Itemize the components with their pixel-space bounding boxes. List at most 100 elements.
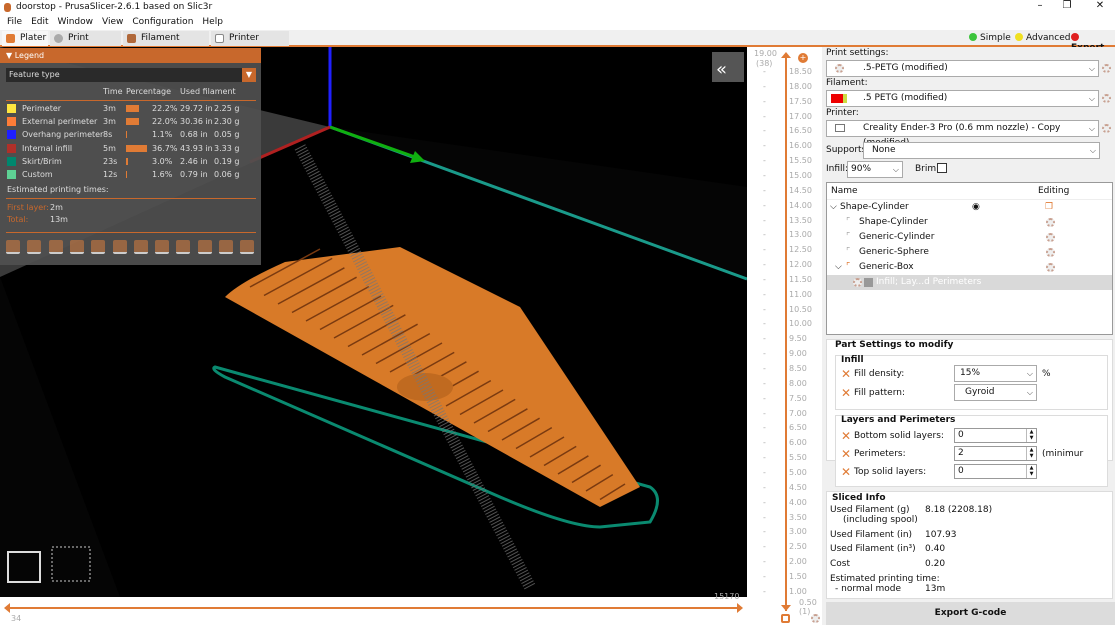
menu-configuration[interactable]: Configuration [132, 17, 193, 27]
bottom-solid-layers-input[interactable]: 0 ▲ ▼ [954, 428, 1037, 443]
mode-label: Simple [980, 33, 1011, 43]
lock-icon[interactable] [781, 614, 790, 623]
tree-row-object[interactable]: ⌵ Shape-Cylinder ◉ ❐ [827, 200, 1112, 215]
tree-row-part[interactable]: ⌜ Generic-Cylinder [827, 230, 1112, 245]
fill-density-label: Fill density: [854, 369, 905, 379]
tick-label: 7.50 [789, 393, 807, 403]
filament-select[interactable]: .5 PETG (modified) ⌵ [826, 90, 1099, 107]
fill-pattern-select[interactable]: Gyroid ⌵ [954, 384, 1037, 401]
eye-icon[interactable]: ◉ [972, 200, 980, 215]
tab-printer-settings[interactable]: Printer Settings [211, 31, 289, 58]
custom-gcode-icon[interactable] [176, 240, 191, 254]
layers-group: Layers and Perimeters ✕ Bottom solid lay… [835, 415, 1108, 487]
feature-percentage: 22.2% [152, 104, 178, 113]
legend-item[interactable]: Custom 12s 1.6% 0.79 in 0.06 g [0, 168, 261, 181]
legend-item[interactable]: Internal infill 5m 36.7% 43.93 in 3.33 g [0, 142, 261, 155]
view-type-select[interactable]: Feature type ▼ [6, 68, 256, 82]
part-name: Shape-Cylinder [859, 217, 928, 227]
app-logo-icon [4, 3, 11, 12]
tree-row-part[interactable]: ⌵ ⌜ Generic-Box [827, 260, 1112, 275]
printer-select[interactable]: Creality Ender-3 Pro (0.6 mm nozzle) - C… [826, 120, 1099, 148]
center-of-gravity-icon[interactable] [197, 240, 212, 254]
add-color-change-icon[interactable]: + [798, 53, 808, 63]
remove-setting-icon[interactable]: ✕ [841, 430, 851, 442]
legend-item[interactable]: External perimeter 3m 22.0% 30.36 in 2.3… [0, 115, 261, 128]
top-solid-layers-input[interactable]: 0 ▲ ▼ [954, 464, 1037, 479]
gear-icon[interactable] [1046, 248, 1055, 257]
move-slider[interactable]: 15170 34 [0, 592, 747, 625]
fill-density-select[interactable]: 15% ⌵ [954, 365, 1037, 382]
brim-checkbox[interactable] [937, 163, 947, 173]
perimeters-input[interactable]: 2 ▲ ▼ [954, 446, 1037, 461]
menu-edit[interactable]: Edit [31, 17, 48, 27]
slider-track[interactable] [8, 607, 738, 609]
infill-value: 90% [851, 164, 872, 174]
close-button[interactable]: ✕ [1085, 0, 1115, 15]
layer-slider[interactable]: 19.00 (38) + -18.50-18.00-17.50-17.00-16… [747, 47, 822, 625]
edit-object-icon[interactable]: ❐ [1045, 200, 1053, 215]
edit-printer-icon[interactable] [1102, 124, 1111, 133]
total-value: 13m [50, 215, 68, 224]
mode-advanced[interactable]: Advanced [1015, 33, 1070, 43]
spin-arrows-icon[interactable]: ▲ ▼ [1026, 447, 1036, 460]
upper-thumb[interactable] [781, 52, 791, 58]
left-thumb[interactable] [4, 603, 10, 613]
supports-select[interactable]: None ⌵ [863, 142, 1100, 159]
menu-file[interactable]: File [7, 17, 22, 27]
seams-icon[interactable] [91, 240, 106, 254]
menu-window[interactable]: Window [58, 17, 94, 27]
spin-arrows-icon[interactable]: ▲ ▼ [1026, 429, 1036, 442]
tool-changes-icon[interactable] [112, 240, 127, 254]
slider-track[interactable] [785, 55, 787, 611]
tab-plater[interactable]: Plater [2, 31, 48, 46]
tick-label: 18.50 [789, 67, 812, 76]
used-filament-g-value: 8.18 (2208.18) [925, 505, 993, 515]
remove-setting-icon[interactable]: ✕ [841, 466, 851, 478]
color-changes-icon[interactable] [133, 240, 148, 254]
collapse-sidebar-button[interactable]: « [712, 52, 744, 82]
spin-arrows-icon[interactable]: ▲ ▼ [1026, 465, 1036, 478]
tool-marker-icon[interactable] [240, 240, 255, 254]
lower-thumb[interactable] [781, 605, 791, 611]
gear-icon[interactable] [1046, 263, 1055, 272]
remove-setting-icon[interactable]: ✕ [841, 448, 851, 460]
deretractions-icon[interactable] [69, 240, 84, 254]
infill-select[interactable]: 90% ⌵ [847, 161, 903, 178]
remove-setting-icon[interactable]: ✕ [841, 368, 851, 380]
tick-label: 17.50 [789, 96, 812, 106]
shells-icon[interactable] [219, 240, 233, 254]
tick-label: 4.50 [789, 482, 807, 492]
legend-item[interactable]: Overhang perimeter 8s 1.1% 0.68 in 0.05 … [0, 128, 261, 141]
print-settings-select[interactable]: .5-PETG (modified) ⌵ [826, 60, 1099, 77]
travel-icon[interactable] [6, 240, 20, 254]
tree-row-part[interactable]: ⌜ Generic-Sphere [827, 245, 1112, 260]
menu-view[interactable]: View [102, 17, 123, 27]
tree-row-settings[interactable]: Infill; Lay...d Perimeters [827, 275, 1112, 290]
part-settings-group: Part Settings to modify Infill ✕ Fill de… [826, 339, 1113, 487]
legend-header[interactable]: ▼ Legend [0, 48, 261, 63]
mode-simple[interactable]: Simple [969, 33, 1011, 43]
minimize-button[interactable]: – [1025, 0, 1055, 15]
gear-icon[interactable] [1046, 218, 1055, 227]
gear-icon[interactable] [811, 614, 820, 623]
export-gcode-button[interactable]: Export G-code [826, 602, 1115, 625]
legend-item[interactable]: Perimeter 3m 22.2% 29.72 in 2.25 g [0, 102, 261, 115]
menu-help[interactable]: Help [202, 17, 223, 27]
pause-prints-icon[interactable] [155, 240, 170, 254]
remove-setting-icon[interactable]: ✕ [841, 387, 851, 399]
retractions-icon[interactable] [48, 240, 63, 254]
maximize-button[interactable]: ❐ [1052, 0, 1082, 15]
edit-print-settings-icon[interactable] [1102, 64, 1111, 73]
tree-row-part[interactable]: ⌜ Shape-Cylinder [827, 215, 1112, 230]
col-editing: Editing [1038, 186, 1070, 196]
tab-filament-settings[interactable]: Filament Settings [123, 31, 209, 58]
right-thumb[interactable] [737, 603, 743, 613]
wipe-icon[interactable] [27, 240, 42, 254]
used-filament-g-label: Used Filament (g) [830, 505, 910, 515]
print-settings-label: Print settings: [826, 48, 889, 58]
legend-item[interactable]: Skirt/Brim 23s 3.0% 2.46 in 0.19 g [0, 155, 261, 168]
edit-filament-icon[interactable] [1102, 94, 1111, 103]
modifier-icon: ⌜ [846, 262, 851, 272]
tab-print-settings[interactable]: Print Settings [50, 31, 121, 58]
gear-icon[interactable] [1046, 233, 1055, 242]
